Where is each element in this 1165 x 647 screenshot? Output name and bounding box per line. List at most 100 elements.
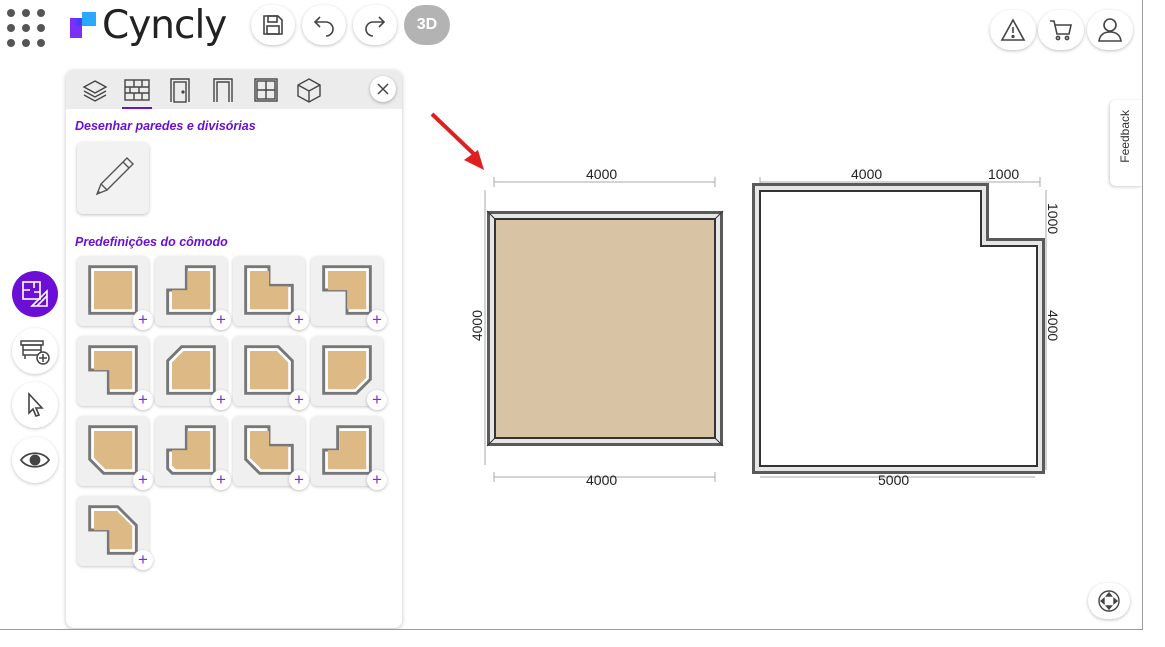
undo-icon [313,16,334,37]
room-preset-7[interactable]: + [233,336,309,410]
tab-windows[interactable] [245,73,287,107]
eye-icon [19,452,51,468]
room-preset-6[interactable]: + [155,336,231,410]
logo: Cyncly [68,2,227,48]
cart-icon [1050,20,1072,41]
tab-3d-objects[interactable] [288,73,330,107]
add-preset-button[interactable]: + [367,310,387,330]
feedback-tab[interactable]: Feedback [1110,100,1142,186]
furniture-add-button[interactable] [12,328,58,374]
room-shape-icon [322,265,372,315]
warning-icon [1000,18,1026,41]
apps-grid-icon[interactable] [7,9,45,47]
wall-icon [124,79,150,101]
recenter-icon [1098,590,1120,612]
room-1 [484,177,724,482]
room-preset-9[interactable]: + [77,416,153,490]
room-shape-icon [88,425,138,475]
draw-walls-tool[interactable] [77,142,149,214]
build-panel: Desenhar paredes e divisórias Predefiniç… [66,70,402,628]
floor-plan-icon [22,281,48,307]
room-preset-13[interactable]: + [77,496,153,570]
add-preset-button[interactable]: + [133,470,153,490]
tab-walls[interactable] [116,73,158,109]
add-preset-button[interactable]: + [133,390,153,410]
visibility-button[interactable] [12,437,58,483]
warnings-button[interactable] [990,10,1036,50]
add-preset-button[interactable]: + [289,310,309,330]
close-icon [377,83,389,95]
room-preset-5[interactable]: + [77,336,153,410]
room-shape-icon [166,425,216,475]
feedback-label: Feedback [1118,110,1132,163]
layers-icon [82,80,108,102]
add-preset-button[interactable]: + [289,390,309,410]
room2-notch-top-dimension: 1000 [988,166,1020,182]
room-shape-icon [244,265,294,315]
pointer-icon [28,392,44,417]
add-preset-button[interactable]: + [211,470,231,490]
room-preset-10[interactable]: + [155,416,231,490]
save-icon [263,15,283,35]
room-shape-icon [88,505,138,555]
room-shape-icon [322,425,372,475]
room-shape-icon [88,345,138,395]
room2-top-dimension: 4000 [851,166,883,182]
add-preset-button[interactable]: + [133,550,153,570]
room-shape-icon [166,265,216,315]
section-presets-title: Predefinições do cômodo [75,235,228,249]
add-preset-button[interactable]: + [211,310,231,330]
room-preset-4[interactable]: + [311,256,387,330]
recenter-button[interactable] [1088,583,1130,619]
logo-text: Cyncly [102,2,227,48]
select-tool-button[interactable] [12,382,58,428]
add-preset-button[interactable]: + [367,470,387,490]
room-preset-1[interactable]: + [77,256,153,330]
add-preset-button[interactable]: + [211,390,231,410]
panel-close-button[interactable] [370,76,396,102]
room-preset-2[interactable]: + [155,256,231,330]
tab-layers[interactable] [74,73,116,107]
pencil-icon [95,157,134,196]
floor-plan-button[interactable] [12,271,58,317]
panel-tabs [66,70,402,109]
cube-icon [297,78,321,103]
logo-mark-icon [70,12,96,38]
room-shape-icon [244,425,294,475]
room-shape-icon [166,345,216,395]
room-preset-11[interactable]: + [233,416,309,490]
room-preset-3[interactable]: + [233,256,309,330]
undo-button[interactable] [302,5,346,45]
door-icon [170,78,190,103]
save-button[interactable] [251,5,295,45]
user-button[interactable] [1087,10,1133,50]
red-arrow-annotation [430,112,484,170]
room1-left-dimension: 4000 [469,310,485,342]
room2-bottom-dimension: 5000 [878,472,910,488]
add-preset-button[interactable]: + [289,470,309,490]
room-preset-12[interactable]: + [311,416,387,490]
furniture-add-icon [20,340,50,365]
room1-top-dimension: 4000 [586,166,618,182]
3d-view-button[interactable]: 3D [404,5,450,45]
room2-right-dimension: 4000 [1045,310,1061,342]
room-shape-icon [322,345,372,395]
opening-icon [213,78,233,102]
room2-notch-right-dimension: 1000 [1045,203,1061,235]
user-icon [1098,18,1122,42]
room-shape-icon [88,265,138,315]
add-preset-button[interactable]: + [133,310,153,330]
room-2 [752,177,1047,478]
redo-button[interactable] [353,5,397,45]
room-preset-8[interactable]: + [311,336,387,410]
cart-button[interactable] [1038,10,1084,50]
tab-openings[interactable] [202,73,244,107]
window-icon [254,78,278,102]
tab-doors[interactable] [159,73,201,107]
room1-bottom-dimension: 4000 [586,472,618,488]
section-draw-title: Desenhar paredes e divisórias [75,119,256,133]
room-shape-icon [244,345,294,395]
redo-icon [365,16,386,37]
add-preset-button[interactable]: + [367,390,387,410]
app-window: Cyncly 3D Desenhar paredes e divisórias … [0,0,1143,630]
